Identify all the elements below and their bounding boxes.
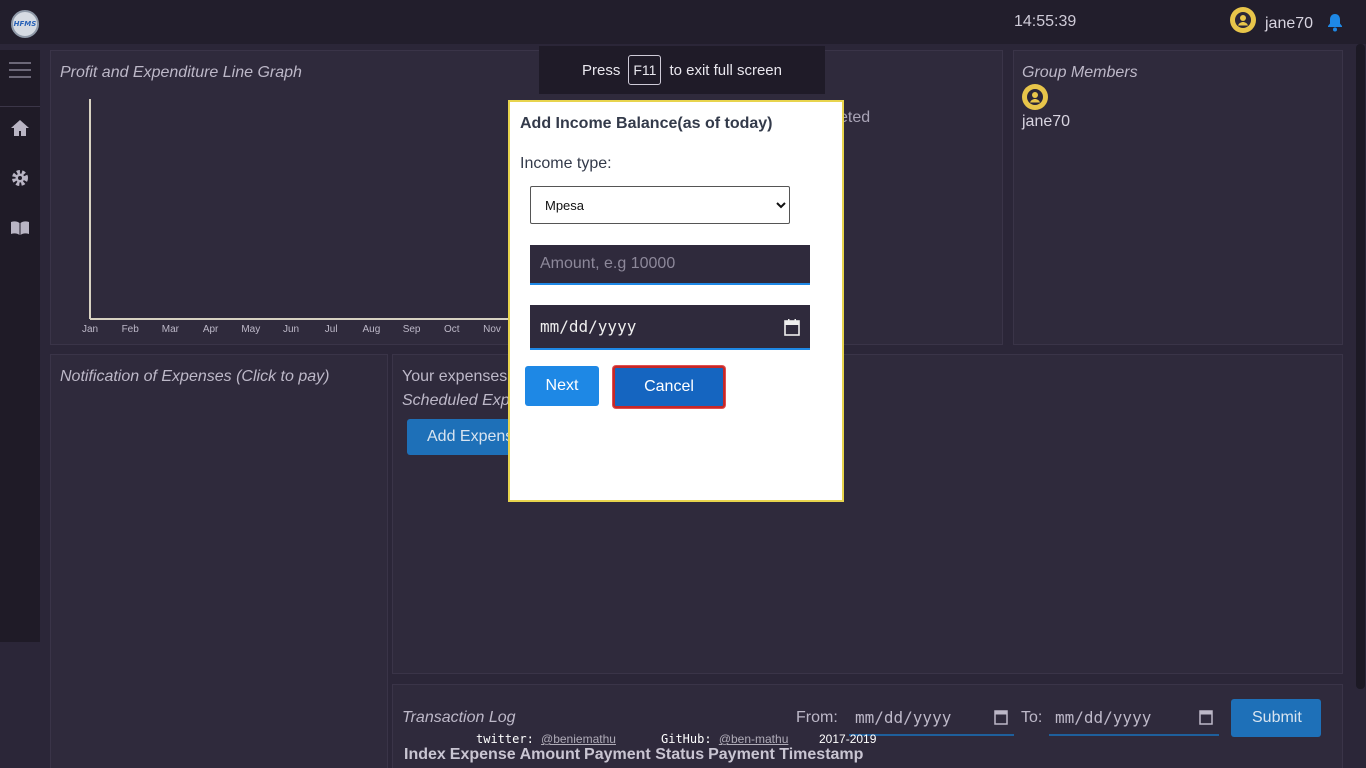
x-tick-label: May: [241, 324, 260, 335]
hamburger-menu-icon[interactable]: [9, 62, 31, 78]
line-chart: Jan Feb Mar Apr May Jun Jul Aug Sep Oct Nov: [82, 99, 540, 335]
to-label: To:: [1021, 709, 1043, 726]
column-header: Index: [404, 746, 446, 763]
cancel-button[interactable]: Cancel: [613, 366, 725, 408]
book-icon[interactable]: [10, 218, 30, 238]
x-tick-label: Aug: [363, 324, 381, 335]
fullscreen-suffix-text: to exit full screen: [669, 61, 782, 79]
group-members-panel: Group Members jane70: [1013, 50, 1343, 345]
scrollbar-thumb[interactable]: [1356, 44, 1365, 689]
footer-github: GitHub: @ben-mathu: [661, 732, 788, 746]
username[interactable]: jane70: [1265, 15, 1313, 33]
column-header: Amount: [519, 746, 581, 763]
add-income-modal: Add Income Balance(as of today) Income t…: [508, 100, 844, 502]
sidebar: [0, 50, 40, 642]
x-tick-label: Jul: [325, 324, 338, 335]
home-icon[interactable]: [10, 118, 30, 138]
calendar-icon[interactable]: [1199, 709, 1213, 725]
x-tick-label: Apr: [203, 324, 219, 335]
gear-icon[interactable]: [10, 168, 30, 188]
your-expenses-label: Your expenses: [402, 368, 508, 385]
footer-twitter: twitter: @beniemathu: [476, 732, 616, 746]
transaction-table-header: Index Expense Amount Payment Status Payment …: [404, 746, 867, 764]
submit-button[interactable]: Submit: [1231, 699, 1321, 737]
income-type-select[interactable]: Mpesa: [530, 186, 790, 224]
from-label: From:: [796, 709, 838, 726]
notifications-title: Notification of Expenses (Click to pay): [60, 368, 330, 385]
to-date-input[interactable]: mm/dd/yyyy: [1049, 700, 1219, 736]
x-tick-label: Oct: [444, 324, 460, 335]
transaction-log-title: Transaction Log: [402, 709, 516, 726]
income-date-value: mm/dd/yyyy: [540, 317, 637, 336]
column-header: Payment Timestamp: [708, 746, 864, 763]
chart-title: Profit and Expenditure Line Graph: [60, 64, 302, 81]
x-tick-label: Jan: [82, 324, 98, 335]
x-tick-label: Sep: [403, 324, 421, 335]
github-link[interactable]: @ben-mathu: [719, 732, 789, 746]
column-header: Expense: [449, 746, 516, 763]
twitter-link[interactable]: @beniemathu: [541, 732, 616, 746]
income-date-input[interactable]: mm/dd/yyyy: [530, 305, 810, 350]
member-avatar-icon[interactable]: [1022, 84, 1048, 110]
income-type-label: Income type:: [520, 155, 612, 172]
twitter-label: twitter:: [476, 732, 534, 746]
column-header: Payment Status: [584, 746, 705, 763]
transaction-log-panel: Transaction Log From: mm/dd/yyyy To: mm/…: [392, 684, 1343, 768]
user-avatar-icon[interactable]: [1230, 7, 1256, 33]
from-date-input[interactable]: mm/dd/yyyy: [849, 700, 1014, 736]
notifications-panel[interactable]: Notification of Expenses (Click to pay): [50, 354, 388, 768]
github-label: GitHub:: [661, 732, 712, 746]
next-button[interactable]: Next: [525, 366, 599, 406]
member-name[interactable]: jane70: [1022, 113, 1070, 131]
from-date-value: mm/dd/yyyy: [855, 707, 952, 727]
scheduled-expenses-label: Scheduled Expe: [402, 392, 519, 409]
to-date-value: mm/dd/yyyy: [1055, 707, 1152, 727]
x-tick-label: Jun: [283, 324, 299, 335]
x-tick-label: Feb: [122, 324, 140, 335]
clock: 14:55:39: [1014, 13, 1077, 30]
footer-years: 2017-2019: [819, 732, 877, 746]
f11-key: F11: [628, 55, 662, 85]
bell-icon[interactable]: [1325, 12, 1345, 32]
calendar-icon[interactable]: [994, 709, 1008, 725]
sidebar-divider: [0, 106, 40, 107]
fullscreen-hint: Press F11 to exit full screen: [539, 46, 825, 94]
amount-input[interactable]: [530, 245, 810, 285]
calendar-icon[interactable]: [784, 318, 800, 336]
fullscreen-press-text: Press: [582, 61, 621, 79]
app-logo[interactable]: HFMS: [11, 10, 39, 38]
x-tick-label: Mar: [162, 324, 180, 335]
top-bar: HFMS 14:55:39 jane70: [0, 0, 1366, 44]
x-tick-label: Nov: [483, 324, 501, 335]
modal-title: Add Income Balance(as of today): [520, 115, 773, 132]
group-members-title: Group Members: [1022, 64, 1138, 81]
